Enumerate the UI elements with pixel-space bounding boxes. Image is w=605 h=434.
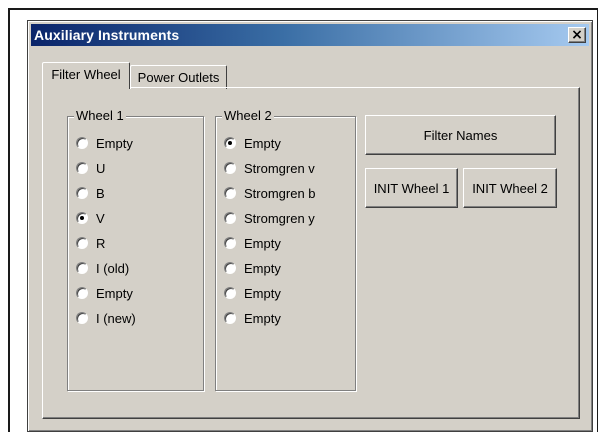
wheel2-option-label: Empty — [244, 235, 281, 251]
wheel2-option[interactable]: Empty — [224, 308, 281, 328]
wheel1-option-label: B — [96, 185, 105, 201]
wheel2-option[interactable]: Stromgren y — [224, 208, 315, 228]
wheel1-option[interactable]: I (old) — [76, 258, 129, 278]
wheel2-option-label: Empty — [244, 260, 281, 276]
radio-button[interactable] — [224, 237, 236, 249]
window-title: Auxiliary Instruments — [34, 27, 180, 43]
radio-button[interactable] — [224, 287, 236, 299]
wheel2-option[interactable]: Stromgren b — [224, 183, 316, 203]
wheel1-option-label: Empty — [96, 285, 133, 301]
wheel1-option[interactable]: R — [76, 233, 105, 253]
dialog-window: Auxiliary Instruments × Filter Wheel Pow… — [27, 20, 593, 432]
radio-button[interactable] — [76, 262, 88, 274]
radio-button[interactable] — [76, 287, 88, 299]
tab-filter-wheel[interactable]: Filter Wheel — [42, 62, 130, 89]
wheel1-option-label: I (new) — [96, 310, 136, 326]
radio-button[interactable] — [224, 262, 236, 274]
wheel2-option[interactable]: Empty — [224, 133, 281, 153]
radio-button[interactable] — [76, 187, 88, 199]
wheel1-option[interactable]: U — [76, 158, 105, 178]
wheel1-option[interactable]: V — [76, 208, 105, 228]
wheel2-option-label: Stromgren b — [244, 185, 316, 201]
wheel2-option[interactable]: Empty — [224, 283, 281, 303]
radio-button[interactable] — [224, 212, 236, 224]
radio-button[interactable] — [76, 312, 88, 324]
wheel2-option[interactable]: Empty — [224, 258, 281, 278]
wheel1-option-label: R — [96, 235, 106, 251]
init-wheel2-button[interactable]: INIT Wheel 2 — [463, 168, 557, 208]
radio-button[interactable] — [76, 162, 88, 174]
radio-button[interactable] — [224, 312, 236, 324]
wheel2-option-label: Stromgren y — [244, 210, 315, 226]
wheel1-group: Wheel 1 Empty U B V R I (old) Empty I (new) — [67, 108, 204, 391]
wheel2-group: Wheel 2 Empty Stromgren v Stromgren b Strom… — [215, 108, 356, 391]
radio-button[interactable] — [224, 162, 236, 174]
wheel2-option[interactable]: Stromgren v — [224, 158, 315, 178]
wheel2-option-label: Empty — [244, 135, 281, 151]
radio-button[interactable] — [224, 187, 236, 199]
wheel2-option-label: Empty — [244, 310, 281, 326]
wheel1-option-label: V — [96, 210, 105, 226]
radio-button[interactable] — [224, 137, 236, 149]
filter-names-button[interactable]: Filter Names — [365, 115, 556, 155]
radio-button[interactable] — [76, 212, 88, 224]
wheel1-option[interactable]: I (new) — [76, 308, 136, 328]
wheel2-option[interactable]: Empty — [224, 233, 281, 253]
init-wheel1-button[interactable]: INIT Wheel 1 — [365, 168, 458, 208]
filter-wheel-panel: Wheel 1 Empty U B V R I (old) Empty I (new) Whe… — [42, 87, 580, 419]
radio-button[interactable] — [76, 137, 88, 149]
close-icon: × — [571, 27, 583, 43]
wheel1-option-label: I (old) — [96, 260, 130, 276]
wheel1-option[interactable]: Empty — [76, 283, 133, 303]
wheel2-option-label: Stromgren v — [244, 160, 315, 176]
radio-button[interactable] — [76, 237, 88, 249]
wheel1-option[interactable]: Empty — [76, 133, 133, 153]
wheel1-option-label: U — [96, 160, 106, 176]
wheel1-label: Wheel 1 — [74, 108, 126, 123]
title-bar: Auxiliary Instruments × — [31, 24, 589, 46]
wheel1-option[interactable]: B — [76, 183, 105, 203]
wheel2-label: Wheel 2 — [222, 108, 274, 123]
wheel1-option-label: Empty — [96, 135, 133, 151]
close-button[interactable]: × — [568, 27, 586, 43]
tab-power-outlets[interactable]: Power Outlets — [130, 65, 227, 89]
wheel2-option-label: Empty — [244, 285, 281, 301]
